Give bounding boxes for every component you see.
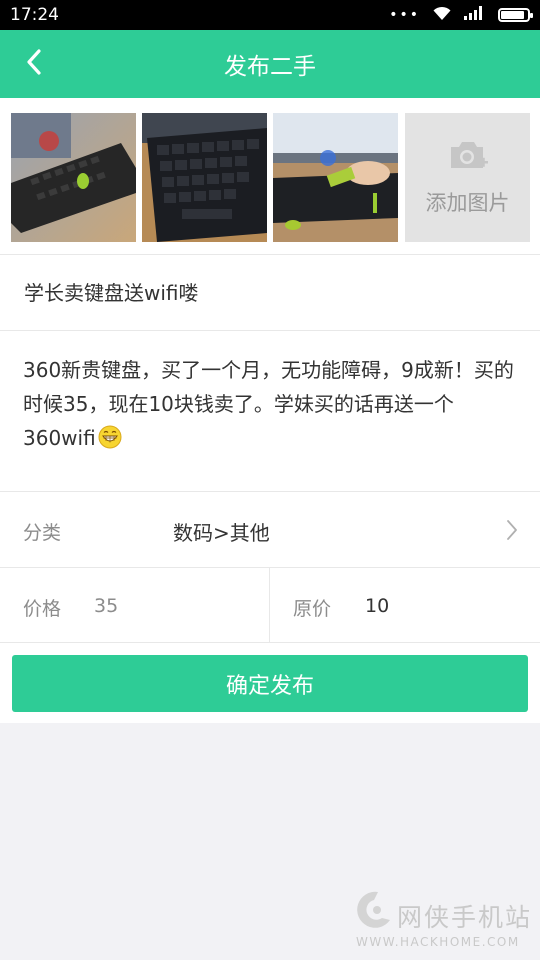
original-price-label: 原价 — [293, 598, 332, 620]
title-row — [0, 254, 540, 331]
title-input[interactable] — [24, 255, 524, 331]
usb-wifi-dongle-photo — [273, 113, 398, 242]
divider — [269, 568, 270, 644]
battery-fill — [501, 11, 525, 19]
status-time: 17:24 — [10, 5, 59, 25]
page-title: 发布二手 — [224, 54, 316, 80]
battery-icon — [498, 8, 533, 22]
wifi-icon — [432, 5, 452, 26]
submit-button[interactable]: 确定发布 — [12, 655, 528, 712]
app-bar: 发布二手 — [0, 30, 540, 98]
description-area[interactable]: 360新贵键盘，买了一个月，无功能障碍，9成新！买的时候35，现在10块钱卖了。… — [0, 330, 540, 491]
photo-thumbnail[interactable] — [273, 113, 398, 242]
photo-thumbnail[interactable] — [142, 113, 267, 242]
camera-plus-icon — [448, 139, 488, 175]
photo-gallery: 添加图片 — [0, 98, 540, 254]
back-button[interactable] — [14, 44, 54, 84]
price-input[interactable] — [94, 568, 254, 644]
notification-dots: ••• — [389, 7, 420, 23]
chevron-right-icon — [506, 519, 518, 545]
status-bar: 17:24 ••• — [0, 0, 540, 30]
chevron-left-icon — [26, 49, 42, 79]
category-value: 数码>其他 — [173, 521, 270, 545]
description-text[interactable]: 360新贵键盘，买了一个月，无功能障碍，9成新！买的时候35，现在10块钱卖了。… — [23, 353, 518, 459]
price-label: 价格 — [23, 598, 62, 620]
photo-thumbnail[interactable] — [11, 113, 136, 242]
category-label: 分类 — [23, 522, 62, 544]
category-selector[interactable]: 分类 数码>其他 — [0, 491, 540, 567]
watermark-logo-icon — [352, 888, 394, 938]
watermark: 网侠手机站 WWW.HACKHOME.COM — [352, 888, 532, 954]
add-photo-button[interactable]: 添加图片 — [405, 113, 530, 242]
watermark-url: WWW.HACKHOME.COM — [356, 935, 520, 949]
signal-icon — [464, 5, 486, 25]
add-photo-label: 添加图片 — [425, 190, 510, 215]
keyboard-closeup-photo — [142, 113, 267, 242]
submit-area: 确定发布 — [0, 643, 540, 723]
status-icons: ••• — [389, 5, 533, 26]
original-price-input[interactable] — [365, 568, 525, 644]
description-content: 360新贵键盘，买了一个月，无功能障碍，9成新！买的时候35，现在10块钱卖了。… — [23, 358, 514, 450]
keyboard-photo — [11, 113, 136, 242]
grinning-face-emoji — [98, 425, 122, 459]
price-row: 价格 原价 — [0, 567, 540, 644]
watermark-name: 网侠手机站 — [397, 903, 533, 932]
